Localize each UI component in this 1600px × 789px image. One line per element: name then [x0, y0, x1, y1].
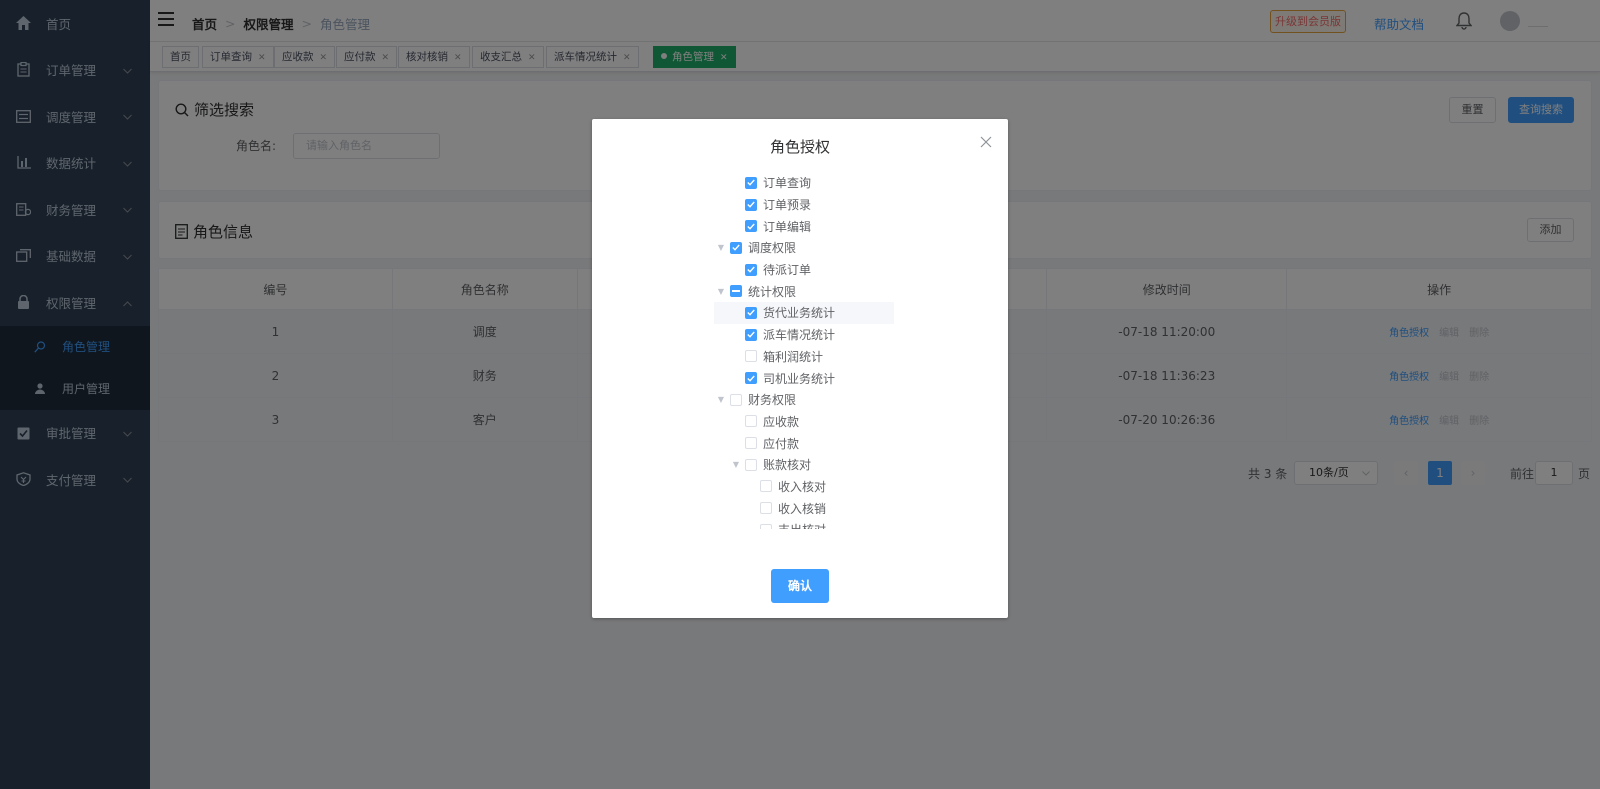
close-icon[interactable]	[980, 136, 992, 148]
tree-node-label: 支出核对	[778, 521, 826, 529]
tree-checkbox[interactable]	[745, 220, 757, 233]
caret-down-icon[interactable]: ▼	[729, 459, 743, 471]
caret-down-icon[interactable]: ▼	[714, 285, 728, 297]
tree-node-label: 统计权限	[748, 284, 797, 299]
caret-down-icon[interactable]: ▼	[714, 394, 728, 406]
tree-node[interactable]: 收入核对	[714, 476, 894, 498]
tree-checkbox[interactable]	[730, 393, 742, 406]
tree-node[interactable]: 订单查询	[714, 177, 894, 194]
tree-node[interactable]: 支出核对	[714, 519, 894, 529]
tree-checkbox[interactable]	[730, 241, 742, 254]
permission-tree-list: 订单查询订单预录订单编辑 ▼ 调度权限待派订单 ▼ 统计权限货代业务统计 派车情况统计 箱利…	[714, 177, 894, 529]
tree-node-label: 派车情况统计	[763, 328, 836, 343]
tree-node[interactable]: 应收款	[714, 411, 894, 433]
tree-node-label: 应付款	[763, 436, 800, 451]
tree-checkbox[interactable]	[745, 415, 757, 428]
tree-checkbox[interactable]	[745, 198, 757, 211]
tree-checkbox[interactable]	[745, 328, 757, 341]
tree-checkbox[interactable]	[745, 437, 757, 450]
tree-node[interactable]: ▼ 统计权限	[714, 280, 894, 302]
tree-node-label: 收入核对	[778, 479, 827, 494]
tree-checkbox[interactable]	[730, 285, 742, 298]
tree-node[interactable]: 订单编辑	[714, 215, 894, 237]
tree-node[interactable]: 派车情况统计	[714, 324, 894, 346]
permission-tree[interactable]: 订单查询订单预录订单编辑 ▼ 调度权限待派订单 ▼ 统计权限货代业务统计 派车情况统计 箱利…	[714, 177, 894, 529]
role-auth-dialog: 角色授权 订单查询订单预录订单编辑 ▼ 调度权限待派订单 ▼ 统计权限货代业务统计 派车情…	[592, 119, 1008, 618]
confirm-button[interactable]: 确认	[771, 569, 829, 603]
tree-node[interactable]: ▼ 账款核对	[714, 454, 894, 476]
tree-checkbox[interactable]	[760, 523, 772, 529]
tree-node[interactable]: 应付款	[714, 432, 894, 454]
tree-checkbox[interactable]	[745, 458, 757, 471]
tree-node[interactable]: 箱利润统计	[714, 346, 894, 368]
tree-node-label: 箱利润统计	[763, 349, 824, 364]
tree-node-label: 收入核销	[778, 501, 827, 516]
tree-node[interactable]: 司机业务统计	[714, 367, 894, 389]
tree-checkbox[interactable]	[760, 502, 772, 515]
tree-node[interactable]: ▼ 财务权限	[714, 389, 894, 411]
tree-node[interactable]: 待派订单	[714, 259, 894, 281]
tree-node-label: 订单编辑	[763, 219, 812, 234]
tree-node-label: 财务权限	[748, 393, 797, 408]
tree-node[interactable]: 收入核销	[714, 497, 894, 519]
tree-node[interactable]: 货代业务统计	[714, 302, 894, 324]
tree-node-label: 司机业务统计	[763, 371, 836, 386]
tree-checkbox[interactable]	[745, 177, 757, 189]
tree-node-label: 账款核对	[763, 458, 812, 473]
tree-node-label: 订单查询	[763, 177, 812, 191]
tree-checkbox[interactable]	[745, 306, 757, 319]
tree-node[interactable]: ▼ 调度权限	[714, 237, 894, 259]
tree-node-label: 待派订单	[763, 263, 812, 278]
tree-checkbox[interactable]	[745, 350, 757, 363]
tree-checkbox[interactable]	[745, 372, 757, 385]
tree-node-label: 调度权限	[748, 241, 797, 256]
tree-node-label: 应收款	[763, 414, 800, 429]
tree-node-label: 货代业务统计	[763, 306, 836, 321]
tree-checkbox[interactable]	[760, 480, 772, 493]
dialog-title: 角色授权	[769, 138, 830, 156]
caret-down-icon[interactable]: ▼	[714, 242, 728, 254]
tree-checkbox[interactable]	[745, 263, 757, 276]
tree-node[interactable]: 订单预录	[714, 194, 894, 216]
tree-node-label: 订单预录	[763, 198, 812, 213]
